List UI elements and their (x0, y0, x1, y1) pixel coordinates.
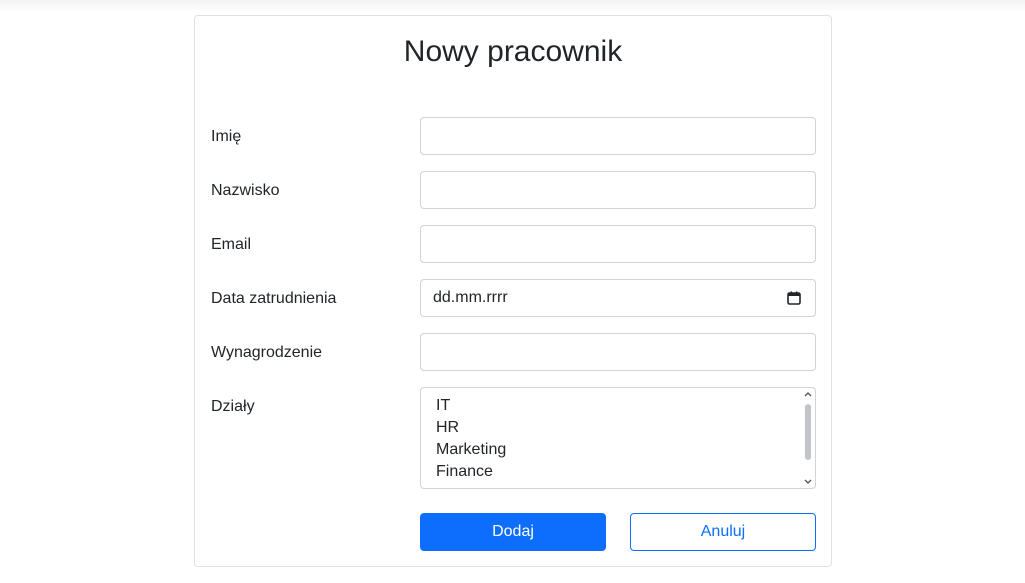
first-name-label: Imię (211, 128, 242, 145)
chevron-down-icon[interactable] (804, 478, 812, 486)
departments-label: Działy (211, 398, 255, 415)
hire-date-input[interactable]: dd.mm.rrrr (420, 279, 816, 317)
chevron-up-icon[interactable] (804, 390, 812, 398)
department-option-finance[interactable]: Finance (436, 461, 506, 483)
department-option-marketing[interactable]: Marketing (436, 439, 506, 461)
last-name-label: Nazwisko (211, 182, 280, 199)
departments-scrollbar[interactable] (803, 390, 813, 486)
first-name-input[interactable] (420, 117, 816, 155)
cancel-button[interactable]: Anuluj (630, 513, 816, 551)
hire-date-label: Data zatrudnienia (211, 290, 337, 307)
hire-date-placeholder: dd.mm.rrrr (433, 289, 508, 306)
add-button[interactable]: Dodaj (420, 513, 606, 551)
department-option-it[interactable]: IT (436, 395, 506, 417)
email-input[interactable] (420, 225, 816, 263)
page-top-shadow (0, 0, 1025, 12)
page-title: Nowy pracownik (403, 35, 623, 68)
department-option-hr[interactable]: HR (436, 417, 506, 439)
departments-options: IT HR Marketing Finance (436, 395, 506, 483)
last-name-input[interactable] (420, 171, 816, 209)
calendar-icon[interactable] (787, 291, 801, 305)
departments-listbox[interactable]: IT HR Marketing Finance (420, 387, 816, 489)
salary-input[interactable] (420, 333, 816, 371)
new-employee-form-card: Nowy pracownik Imię Nazwisko Email Data … (194, 15, 832, 567)
email-label: Email (211, 236, 252, 253)
scrollbar-thumb[interactable] (805, 404, 811, 460)
salary-label: Wynagrodzenie (211, 344, 323, 361)
